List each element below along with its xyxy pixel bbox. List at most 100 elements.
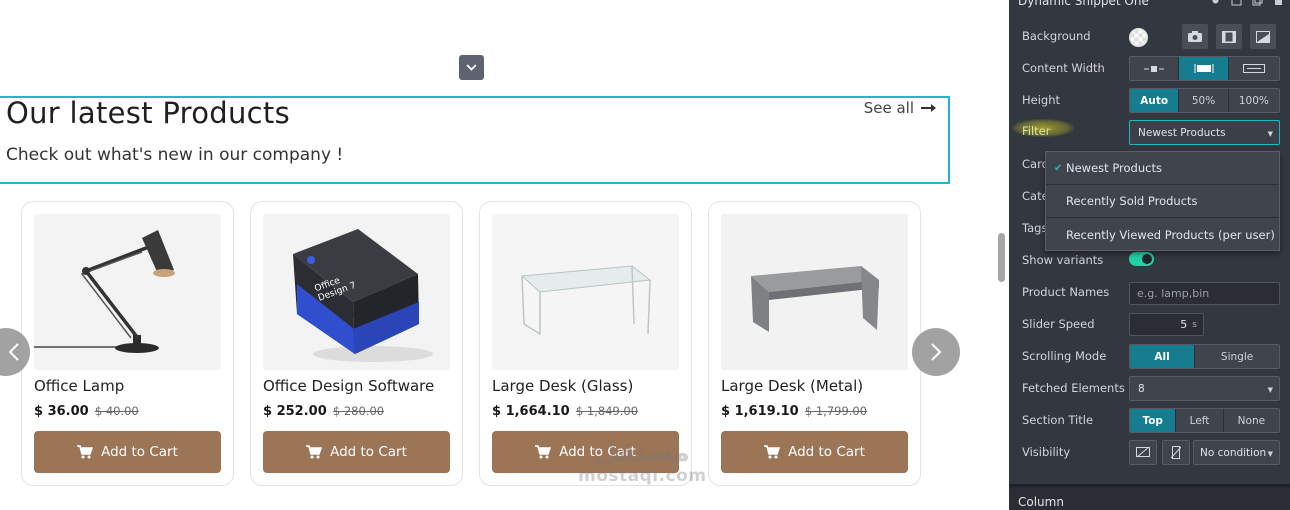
product-name[interactable]: Large Desk (Metal)	[721, 377, 863, 395]
filter-dropdown-menu: ✔ Newest Products Recently Sold Products…	[1045, 151, 1280, 251]
scrolling-mode-label: Scrolling Mode	[1022, 349, 1107, 363]
slider-speed-unit: s	[1192, 319, 1197, 330]
section-title: Our latest Products	[6, 96, 291, 130]
background-color-swatch[interactable]	[1129, 28, 1148, 47]
mobile-hidden-icon	[1171, 446, 1181, 459]
canvas-scrollbar-thumb[interactable]	[998, 233, 1005, 282]
content-width-regular[interactable]	[1179, 57, 1229, 80]
filter-option-label: Recently Viewed Products (per user)	[1066, 227, 1275, 242]
watermark-arabic: مستقل	[594, 438, 690, 468]
product-price-row: $ 36.00 $ 40.00	[34, 404, 139, 419]
add-to-cart-button[interactable]: Add to Cart	[721, 431, 908, 473]
product-card[interactable]: Office Design 7 Office Design Software $…	[250, 201, 463, 486]
trash-icon[interactable]	[1273, 0, 1284, 6]
product-price: $ 1,619.10	[721, 404, 799, 419]
hide-desktop-button[interactable]	[1129, 440, 1157, 465]
product-image-glass-desk[interactable]	[492, 214, 679, 370]
shape-icon	[1256, 30, 1270, 43]
chevron-right-icon	[931, 343, 942, 361]
height-group: Auto 50% 100%	[1129, 88, 1280, 113]
section-subtitle: Check out what's new in our company !	[6, 145, 344, 165]
show-variants-toggle[interactable]	[1129, 252, 1154, 266]
content-width-small[interactable]	[1130, 57, 1180, 80]
desktop-hidden-icon	[1136, 446, 1150, 457]
slider-speed-input[interactable]: 5 s	[1129, 313, 1204, 336]
product-old-price: $ 1,849.00	[575, 404, 639, 418]
product-image-software-box[interactable]: Office Design 7	[263, 214, 450, 370]
hide-mobile-button[interactable]	[1162, 440, 1190, 465]
product-price: $ 36.00	[34, 404, 89, 419]
filter-option-recently-viewed[interactable]: Recently Viewed Products (per user)	[1046, 218, 1279, 251]
background-shape-button[interactable]	[1250, 24, 1276, 49]
add-to-cart-label: Add to Cart	[330, 444, 407, 460]
show-variants-label: Show variants	[1022, 253, 1104, 267]
filter-option-newest[interactable]: ✔ Newest Products	[1046, 152, 1279, 185]
collapse-toggle-button[interactable]	[459, 55, 484, 80]
tags-label: Tags	[1022, 221, 1048, 235]
section-title-top[interactable]: Top	[1130, 409, 1177, 432]
scrolling-mode-single[interactable]: Single	[1195, 345, 1279, 368]
product-card[interactable]: Large Desk (Metal) $ 1,619.10 $ 1,799.00…	[708, 201, 921, 486]
camera-icon	[1188, 31, 1202, 42]
filter-option-label: Recently Sold Products	[1066, 194, 1198, 208]
height-auto[interactable]: Auto	[1130, 89, 1180, 112]
add-to-cart-label: Add to Cart	[101, 444, 178, 460]
watermark: مستقل mostaql.com	[578, 440, 707, 486]
product-old-price: $ 280.00	[332, 404, 385, 418]
product-name[interactable]: Large Desk (Glass)	[492, 377, 633, 395]
film-icon	[1222, 30, 1236, 43]
filter-select[interactable]: Newest Products ▼	[1129, 120, 1280, 145]
content-width-full[interactable]	[1228, 57, 1279, 80]
height-label: Height	[1022, 93, 1061, 107]
see-all-link[interactable]: See all	[864, 99, 937, 117]
visibility-condition-value: No condition	[1200, 446, 1267, 459]
product-price-row: $ 252.00 $ 280.00	[263, 404, 384, 419]
section-title-none[interactable]: None	[1223, 409, 1279, 432]
height-100[interactable]: 100%	[1228, 89, 1279, 112]
save-icon[interactable]	[1231, 0, 1242, 6]
filter-option-label: Newest Products	[1066, 161, 1162, 175]
chevron-down-icon	[466, 64, 477, 71]
background-video-button[interactable]	[1216, 24, 1242, 49]
add-to-cart-button[interactable]: Add to Cart	[34, 431, 221, 473]
product-name[interactable]: Office Design Software	[263, 377, 434, 395]
section-title-left[interactable]: Left	[1176, 409, 1224, 432]
product-name[interactable]: Office Lamp	[34, 377, 124, 395]
filter-option-recently-sold[interactable]: Recently Sold Products	[1046, 185, 1279, 218]
width-full-icon	[1242, 64, 1265, 73]
height-50[interactable]: 50%	[1179, 89, 1229, 112]
duplicate-icon[interactable]	[1252, 0, 1263, 6]
slider-speed-value: 5	[1180, 318, 1188, 331]
background-image-button[interactable]	[1182, 24, 1208, 49]
move-icon[interactable]	[1210, 0, 1221, 6]
scrolling-mode-group: All Single	[1129, 344, 1280, 369]
slider-speed-label: Slider Speed	[1022, 317, 1095, 331]
fetched-elements-select[interactable]: 8 ▼	[1129, 376, 1280, 401]
column-panel-title: Column	[1018, 495, 1064, 509]
product-image-metal-desk[interactable]	[721, 214, 908, 370]
cart-icon	[535, 445, 552, 459]
product-names-input[interactable]: e.g. lamp,bin	[1129, 282, 1280, 305]
width-regular-icon	[1194, 64, 1214, 73]
carousel-next-button[interactable]	[912, 328, 960, 376]
chevron-left-icon	[8, 343, 19, 361]
cart-icon	[77, 445, 94, 459]
arrow-right-icon	[921, 104, 936, 112]
product-price-row: $ 1,619.10 $ 1,799.00	[721, 404, 867, 419]
visibility-label: Visibility	[1022, 445, 1071, 459]
cart-icon	[306, 445, 323, 459]
product-image-lamp[interactable]	[34, 214, 221, 370]
filter-select-value: Newest Products	[1138, 126, 1226, 139]
product-price-row: $ 1,664.10 $ 1,849.00	[492, 404, 638, 419]
visibility-condition-select[interactable]: No condition ▼	[1193, 440, 1280, 465]
fetched-elements-value: 8	[1138, 382, 1145, 395]
cart-icon	[764, 445, 781, 459]
scrolling-mode-all[interactable]: All	[1130, 345, 1196, 368]
fetched-elements-label: Fetched Elements	[1022, 381, 1125, 395]
column-panel-header[interactable]: Column	[1009, 484, 1290, 510]
check-icon: ✔	[1054, 163, 1063, 174]
product-card[interactable]: Office Lamp $ 36.00 $ 40.00 Add to Cart	[21, 201, 234, 486]
section-title-group: Top Left None	[1129, 408, 1280, 433]
add-to-cart-button[interactable]: Add to Cart	[263, 431, 450, 473]
watermark-latin: mostaql.com	[578, 466, 707, 486]
